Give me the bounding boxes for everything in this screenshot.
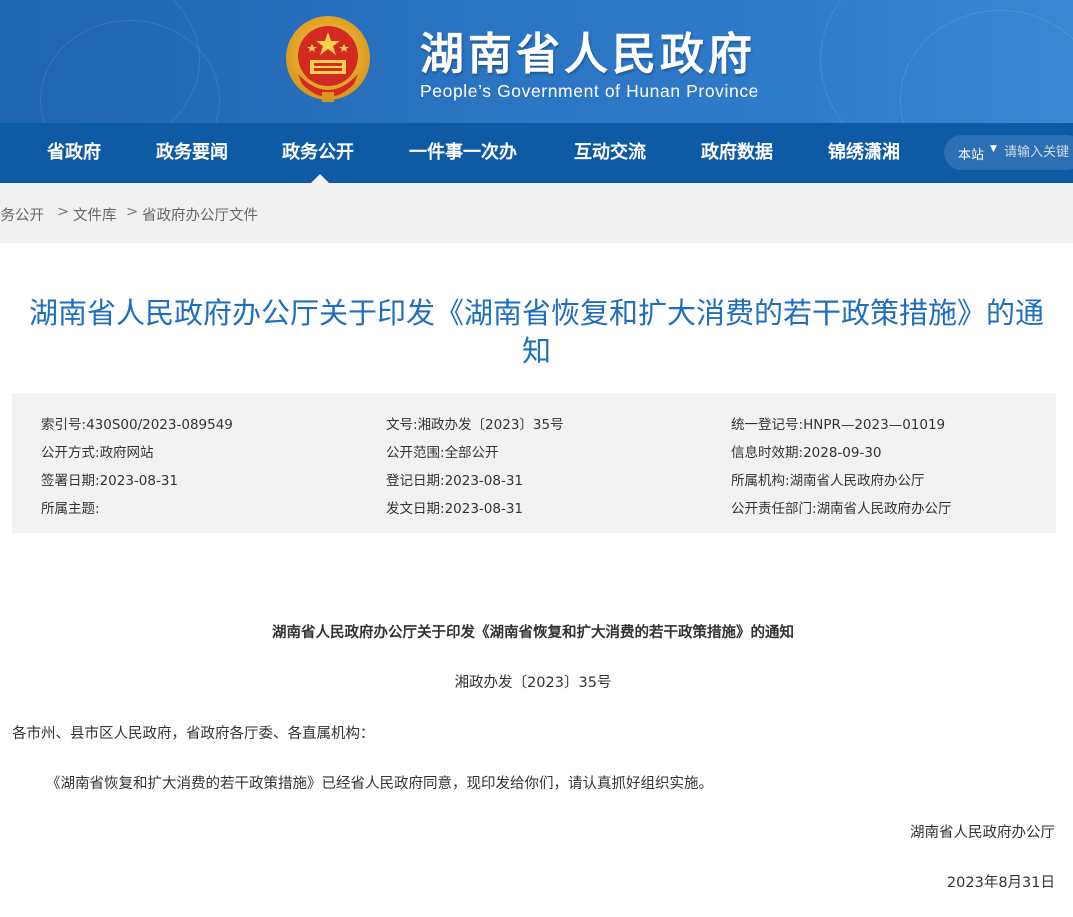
meta-value: 2023-08-31 — [99, 473, 179, 489]
meta-organization: 所属机构:湖南省人民政府办公厅 — [731, 469, 925, 489]
document-paragraph: 《湖南省恢复和扩大消费的若干政策措施》已经省人民政府同意，现印发给你们，请认真抓… — [46, 776, 713, 792]
page-title-line: 湖南省人民政府办公厅关于印发《湖南省恢复和扩大消费的若干政策措施》的通 — [28, 296, 1044, 330]
breadcrumb-item-file-library[interactable]: 文件库 — [73, 204, 117, 225]
meta-publish-scope: 公开范围:全部公开 — [386, 441, 499, 461]
meta-validity: 信息时效期:2028-09-30 — [731, 441, 882, 461]
meta-value: 2028-09-30 — [803, 445, 882, 461]
meta-label: 统一登记号: — [731, 417, 804, 433]
main-nav: 省政府 政务要闻 政务公开 一件事一次办 互动交流 政府数据 锦绣潇湘 — [0, 123, 1073, 183]
meta-label: 文号: — [386, 417, 418, 433]
nav-item-data[interactable]: 政府数据 — [701, 123, 773, 183]
site-title: 湖南省人民政府 — [420, 29, 756, 80]
meta-registration-number: 统一登记号:HNPR—2023—01019 — [731, 413, 945, 433]
meta-value: 湖南省人民政府办公厅 — [789, 473, 925, 489]
meta-label: 公开责任部门: — [731, 501, 817, 517]
meta-value: HNPR—2023—01019 — [803, 417, 946, 433]
breadcrumb-separator: > — [57, 204, 70, 220]
meta-label: 公开方式: — [41, 445, 100, 461]
nav-item-province[interactable]: 省政府 — [47, 123, 101, 183]
document-heading: 湖南省人民政府办公厅关于印发《湖南省恢复和扩大消费的若干政策措施》的通知 — [272, 624, 794, 641]
meta-index: 索引号:430S00/2023-089549 — [41, 413, 233, 433]
nav-item-one-stop[interactable]: 一件事一次办 — [409, 123, 517, 183]
page-title: 湖南省人民政府办公厅关于印发《湖南省恢复和扩大消费的若干政策措施》的通 知 — [0, 294, 1073, 370]
active-nav-indicator — [311, 174, 329, 183]
nav-item-news[interactable]: 政务要闻 — [156, 123, 228, 183]
meta-label: 所属机构: — [731, 473, 790, 489]
document-metadata: 索引号:430S00/2023-089549 文号:湘政办发〔2023〕35号 … — [12, 393, 1056, 533]
meta-value: 430S00/2023-089549 — [86, 417, 233, 433]
meta-label: 所属主题: — [41, 501, 100, 517]
meta-label: 签署日期: — [41, 473, 100, 489]
meta-label: 发文日期: — [386, 501, 445, 517]
search-scope-select[interactable]: 本站 — [958, 144, 984, 163]
meta-value: 政府网站 — [99, 445, 154, 461]
meta-responsible-department: 公开责任部门:湖南省人民政府办公厅 — [731, 497, 952, 517]
chevron-down-icon[interactable]: ▼ — [990, 144, 997, 154]
document-signer: 湖南省人民政府办公厅 — [910, 825, 1055, 841]
breadcrumb: 政务公开 > 文件库 > 省政府办公厅文件 — [0, 183, 1073, 243]
site-search: 本站 ▼ — [944, 135, 1073, 170]
document-number: 湘政办发〔2023〕35号 — [454, 675, 612, 691]
meta-doc-number: 文号:湘政办发〔2023〕35号 — [386, 413, 564, 433]
meta-topic: 所属主题: — [41, 497, 100, 517]
meta-issue-date: 发文日期:2023-08-31 — [386, 497, 523, 517]
meta-value: 湘政办发〔2023〕35号 — [417, 417, 564, 433]
breadcrumb-item-open-government[interactable]: 政务公开 — [0, 204, 44, 225]
breadcrumb-item-office-files[interactable]: 省政府办公厅文件 — [142, 204, 258, 225]
nav-item-interaction[interactable]: 互动交流 — [574, 123, 646, 183]
page-title-line: 知 — [521, 334, 551, 368]
document-date: 2023年8月31日 — [946, 875, 1055, 891]
meta-value: 2023-08-31 — [444, 501, 524, 517]
site-subtitle: People’s Government of Hunan Province — [420, 81, 760, 101]
meta-label: 登记日期: — [386, 473, 445, 489]
meta-label: 公开范围: — [386, 445, 445, 461]
meta-label: 信息时效期: — [731, 445, 804, 461]
meta-publish-method: 公开方式:政府网站 — [41, 441, 154, 461]
document-recipients: 各市州、县市区人民政府，省政府各厅委、各直属机构： — [12, 726, 375, 742]
nav-item-hunan[interactable]: 锦绣潇湘 — [828, 123, 900, 183]
meta-value: 2023-08-31 — [444, 473, 524, 489]
meta-value: 全部公开 — [444, 445, 499, 461]
meta-sign-date: 签署日期:2023-08-31 — [41, 469, 178, 489]
meta-record-date: 登记日期:2023-08-31 — [386, 469, 523, 489]
national-emblem-icon[interactable] — [284, 14, 372, 106]
search-input[interactable] — [1004, 141, 1073, 163]
meta-label: 索引号: — [41, 417, 87, 433]
site-header: 湖南省人民政府 People’s Government of Hunan Pro… — [0, 0, 1073, 123]
breadcrumb-separator: > — [126, 204, 139, 220]
meta-value: 湖南省人民政府办公厅 — [816, 501, 952, 517]
